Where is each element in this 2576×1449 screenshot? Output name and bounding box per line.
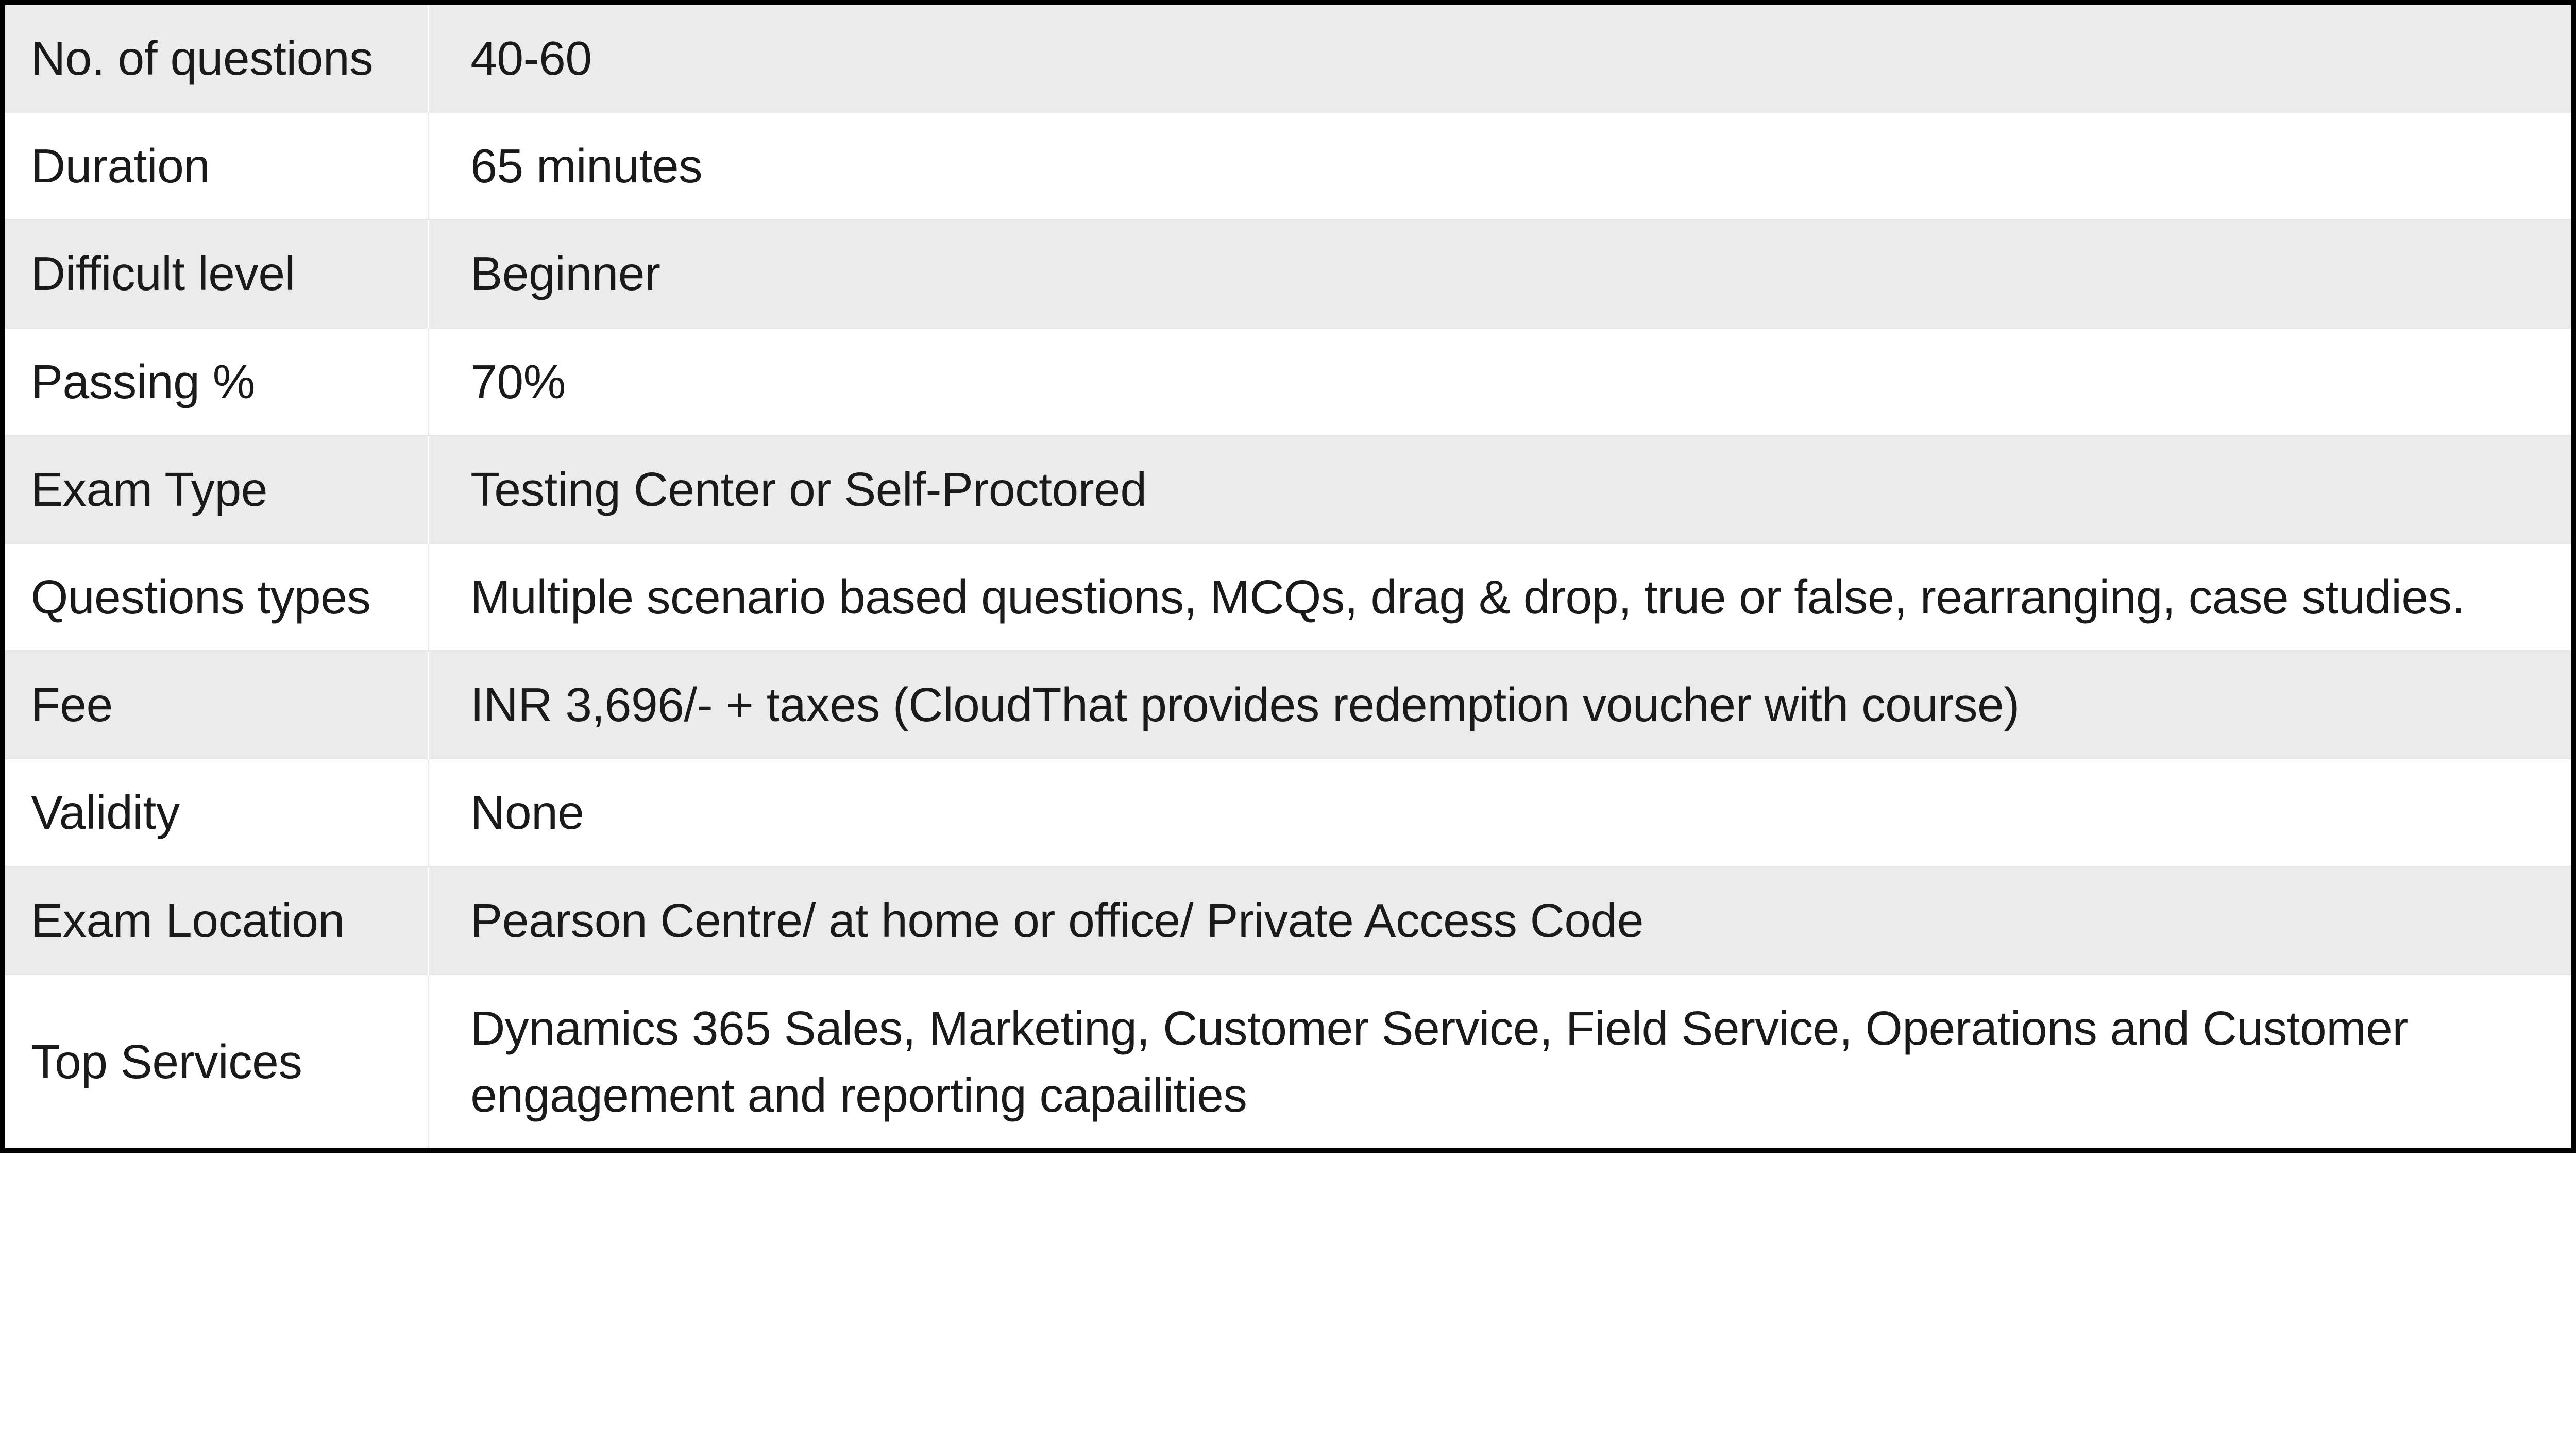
row-label: Exam Location [5, 866, 429, 974]
exam-details-table-container: No. of questions 40-60 Duration 65 minut… [0, 0, 2576, 1153]
row-value: Multiple scenario based questions, MCQs,… [429, 543, 2571, 651]
row-value: Dynamics 365 Sales, Marketing, Customer … [429, 974, 2571, 1148]
row-label: Top Services [5, 974, 429, 1148]
row-value: 40-60 [429, 5, 2571, 112]
row-value: None [429, 759, 2571, 866]
row-label: Passing % [5, 328, 429, 435]
table-row: Duration 65 minutes [5, 112, 2571, 220]
row-label: Questions types [5, 543, 429, 651]
table-row: Exam Type Testing Center or Self-Proctor… [5, 435, 2571, 543]
row-label: Validity [5, 759, 429, 866]
table-row: Validity None [5, 759, 2571, 866]
row-value: 70% [429, 328, 2571, 435]
table-row: Questions types Multiple scenario based … [5, 543, 2571, 651]
row-label: Fee [5, 651, 429, 759]
row-label: Exam Type [5, 435, 429, 543]
exam-details-table: No. of questions 40-60 Duration 65 minut… [5, 5, 2571, 1148]
table-row: No. of questions 40-60 [5, 5, 2571, 112]
row-value: Pearson Centre/ at home or office/ Priva… [429, 866, 2571, 974]
table-row: Passing % 70% [5, 328, 2571, 435]
row-label: No. of questions [5, 5, 429, 112]
row-label: Duration [5, 112, 429, 220]
row-value: Testing Center or Self-Proctored [429, 435, 2571, 543]
table-row: Fee INR 3,696/- + taxes (CloudThat provi… [5, 651, 2571, 759]
row-value: 65 minutes [429, 112, 2571, 220]
row-value: INR 3,696/- + taxes (CloudThat provides … [429, 651, 2571, 759]
table-row: Difficult level Beginner [5, 220, 2571, 328]
table-row: Exam Location Pearson Centre/ at home or… [5, 866, 2571, 974]
table-row: Top Services Dynamics 365 Sales, Marketi… [5, 974, 2571, 1148]
row-value: Beginner [429, 220, 2571, 328]
row-label: Difficult level [5, 220, 429, 328]
